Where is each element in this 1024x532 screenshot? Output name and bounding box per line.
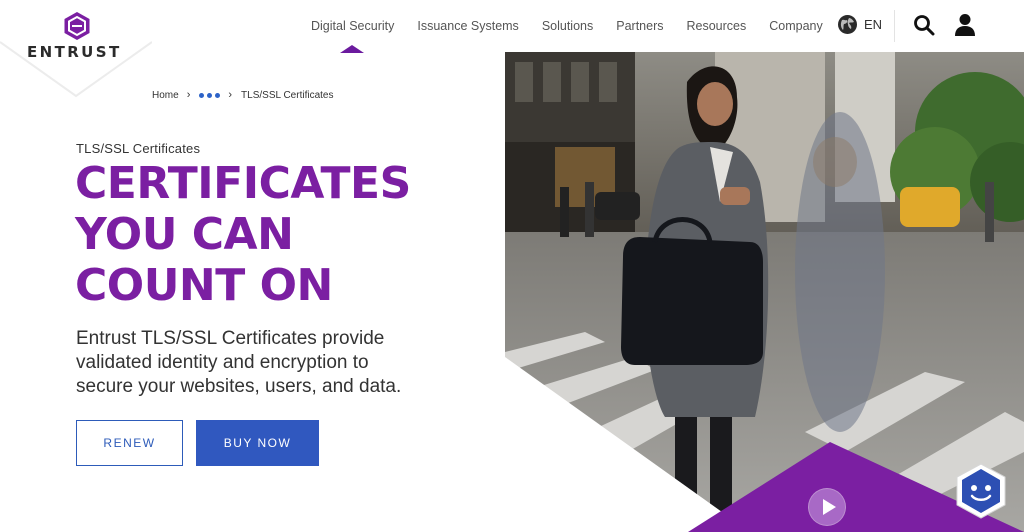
breadcrumb-home[interactable]: Home [152,90,179,101]
nav-company[interactable]: Company [769,0,823,52]
main-navigation: Digital Security Issuance Systems Soluti… [300,0,846,52]
nav-partners[interactable]: Partners [616,0,663,52]
play-video-button[interactable] [808,488,846,526]
logo-wordmark: ENTRUST [27,43,122,61]
user-account-icon[interactable] [954,13,976,37]
headline-line-2: YOU CAN [75,209,294,260]
hero-photo [505,52,1024,532]
hero-eyebrow: TLS/SSL Certificates [76,141,201,156]
language-selector[interactable]: EN [838,15,882,34]
hero-headline: CERTIFICATES YOU CAN COUNT ON [75,158,505,311]
nav-resources[interactable]: Resources [687,0,747,52]
nav-issuance-systems[interactable]: Issuance Systems [417,0,518,52]
breadcrumb: Home › › TLS/SSL Certificates [152,89,333,101]
active-nav-indicator [340,45,364,53]
globe-icon [838,15,857,34]
entrust-hexagon-icon [64,12,90,40]
headline-line-1: CERTIFICATES [75,158,411,209]
breadcrumb-chevron-icon: › [186,89,191,101]
search-icon[interactable] [913,14,935,36]
renew-button[interactable]: RENEW [76,420,183,466]
nav-divider [894,10,895,42]
chatbot-launcher-icon[interactable] [954,462,1008,520]
buy-now-button[interactable]: BUY NOW [196,420,319,466]
nav-solutions[interactable]: Solutions [542,0,593,52]
entrust-logo[interactable]: ENTRUST [0,0,152,98]
intro-line-1: Entrust TLS/SSL Certificates provide [76,328,385,349]
headline-line-3: COUNT ON [75,260,333,311]
breadcrumb-current: TLS/SSL Certificates [241,89,334,101]
language-label: EN [864,17,883,32]
hero-intro: Entrust TLS/SSL Certificates provide val… [76,327,456,399]
breadcrumb-chevron-icon: › [228,89,233,101]
play-icon [809,489,845,525]
intro-line-3: secure your websites, users, and data. [76,376,402,397]
intro-line-2: validated identity and encryption to [76,352,369,373]
breadcrumb-collapsed-dots-icon[interactable] [199,92,221,98]
